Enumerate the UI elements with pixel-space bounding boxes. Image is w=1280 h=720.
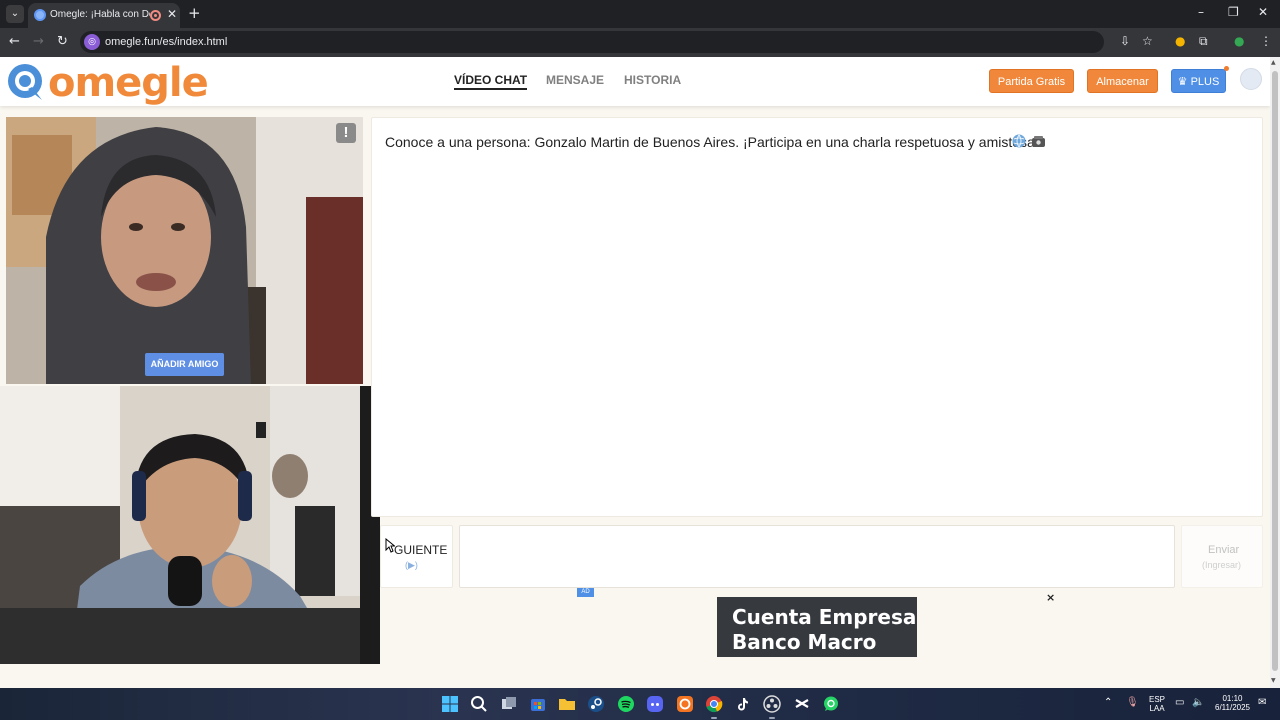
task-view-icon[interactable]: [500, 695, 518, 713]
url-text: omegle.fun/es/index.html: [105, 36, 228, 48]
notification-dot: [1224, 66, 1229, 71]
tab-search-icon[interactable]: ⌄: [6, 5, 24, 23]
next-button-label: GUIENTE: [394, 543, 448, 557]
next-button-hint: (▶): [405, 560, 418, 570]
clock-date: 6/11/2025: [1215, 703, 1250, 712]
language-top: ESP: [1148, 695, 1165, 704]
chrome-icon[interactable]: [705, 695, 723, 713]
system-message: Conoce a una persona: Gonzalo Martin de …: [385, 134, 1039, 150]
notification-icon[interactable]: ✉: [1258, 698, 1266, 708]
add-friend-button[interactable]: AÑADIR AMIGO: [145, 353, 224, 376]
site-header: omegle VÍDEO CHAT MENSAJE HISTORIA Parti…: [0, 57, 1270, 106]
window-close-icon[interactable]: ✕: [1258, 5, 1268, 19]
video-camera-icon: [1032, 136, 1045, 147]
extension-color-icon[interactable]: ●: [1175, 34, 1185, 48]
crunchyroll-icon[interactable]: [676, 695, 694, 713]
nav-video-chat[interactable]: VÍDEO CHAT: [454, 73, 528, 90]
ad-close-icon[interactable]: ×: [1046, 591, 1055, 604]
tab-close-icon[interactable]: ✕: [167, 7, 177, 21]
new-tab-icon[interactable]: +: [188, 4, 201, 22]
bookmark-star-icon[interactable]: ☆: [1142, 34, 1153, 48]
logo-text: omegle: [48, 60, 209, 106]
restore-icon[interactable]: ❐: [1228, 5, 1239, 19]
avatar[interactable]: [1240, 68, 1262, 90]
windows-taskbar: ⌃ 🎙 ESP LAA ▭ 🔈 01:10 6/11/2025 ✉: [0, 688, 1280, 720]
plus-button[interactable]: ♛ PLUS: [1171, 69, 1226, 93]
message-input[interactable]: [459, 525, 1175, 588]
obs-icon[interactable]: [763, 695, 781, 713]
nav-mensaje[interactable]: MENSAJE: [546, 73, 604, 87]
browser-menu-icon[interactable]: ⋮: [1260, 34, 1272, 48]
browser-tab[interactable]: Omegle: ¡Habla con Descon ✕: [28, 3, 180, 28]
page-scrollbar[interactable]: ▲ ▼: [1270, 57, 1280, 688]
omegle-logo-icon: [8, 64, 42, 100]
search-icon[interactable]: [470, 695, 488, 713]
send-button-hint: (Ingresar): [1202, 560, 1242, 570]
tray-overflow-icon[interactable]: ⌃: [1104, 698, 1112, 708]
send-button-label: Enviar: [1208, 544, 1240, 556]
start-icon[interactable]: [441, 695, 459, 713]
chrome-active-indicator: [711, 717, 717, 719]
whatsapp-icon[interactable]: [822, 695, 840, 713]
omegle-page: omegle VÍDEO CHAT MENSAJE HISTORIA Parti…: [0, 57, 1270, 688]
file-explorer-icon[interactable]: [558, 695, 576, 713]
browser-toolbar: ← → ↻ ◎ omegle.fun/es/index.html ⇩ ☆ ● ⧉…: [0, 28, 1280, 57]
language-bottom: LAA: [1149, 704, 1165, 713]
scroll-thumb[interactable]: [1272, 71, 1278, 671]
reload-icon[interactable]: ↻: [57, 34, 68, 49]
obs-active-indicator: [769, 717, 775, 719]
nav-historia[interactable]: HISTORIA: [624, 73, 681, 87]
profile-icon[interactable]: ●: [1234, 34, 1244, 48]
store-button[interactable]: Almacenar: [1087, 69, 1158, 93]
site-info-icon[interactable]: ◎: [84, 34, 100, 50]
stranger-video: [6, 117, 363, 384]
capcut-icon[interactable]: [793, 695, 811, 713]
tab-title: Omegle: ¡Habla con Descon: [50, 9, 150, 20]
free-game-button[interactable]: Partida Gratis: [989, 69, 1074, 93]
report-button[interactable]: !: [336, 123, 356, 143]
address-bar[interactable]: ◎ omegle.fun/es/index.html: [80, 31, 1104, 53]
language-indicator[interactable]: ESP LAA: [1147, 695, 1167, 713]
omegle-favicon-icon: [34, 9, 46, 21]
scroll-up-icon[interactable]: ▲: [1271, 59, 1276, 66]
steam-icon[interactable]: [587, 695, 605, 713]
ad-badge: AD: [577, 588, 594, 597]
store-icon[interactable]: [529, 695, 547, 713]
network-icon[interactable]: ▭: [1175, 698, 1184, 708]
next-button[interactable]: GUIENTE (▶): [380, 525, 453, 588]
tiktok-icon[interactable]: [734, 695, 752, 713]
ad-line-2: Banco Macro: [732, 630, 877, 654]
minimize-icon[interactable]: –: [1198, 5, 1204, 19]
ad-banner[interactable]: Cuenta Empresa Banco Macro: [717, 597, 917, 657]
recording-indicator-icon: [150, 10, 161, 21]
back-icon[interactable]: ←: [9, 34, 20, 49]
mouse-cursor-icon: [385, 538, 395, 553]
extensions-icon[interactable]: ⧉: [1199, 34, 1208, 49]
microphone-icon[interactable]: 🎙: [1126, 698, 1139, 708]
forward-icon[interactable]: →: [33, 34, 44, 49]
clock[interactable]: 01:10 6/11/2025: [1210, 694, 1255, 712]
clock-time: 01:10: [1222, 694, 1243, 703]
ad-line-1: Cuenta Empresa: [732, 605, 917, 629]
chat-log: Conoce a una persona: Gonzalo Martin de …: [371, 117, 1263, 517]
scroll-down-icon[interactable]: ▼: [1271, 677, 1276, 684]
self-video: [0, 386, 380, 664]
globe-icon: [1012, 134, 1026, 148]
discord-icon[interactable]: [646, 695, 664, 713]
browser-tab-bar: ⌄ Omegle: ¡Habla con Descon ✕ + – ❐ ✕: [0, 0, 1280, 28]
volume-icon[interactable]: 🔈: [1192, 698, 1204, 708]
install-app-icon[interactable]: ⇩: [1120, 34, 1130, 48]
send-button[interactable]: Enviar (Ingresar): [1181, 525, 1263, 588]
spotify-icon[interactable]: [617, 695, 635, 713]
